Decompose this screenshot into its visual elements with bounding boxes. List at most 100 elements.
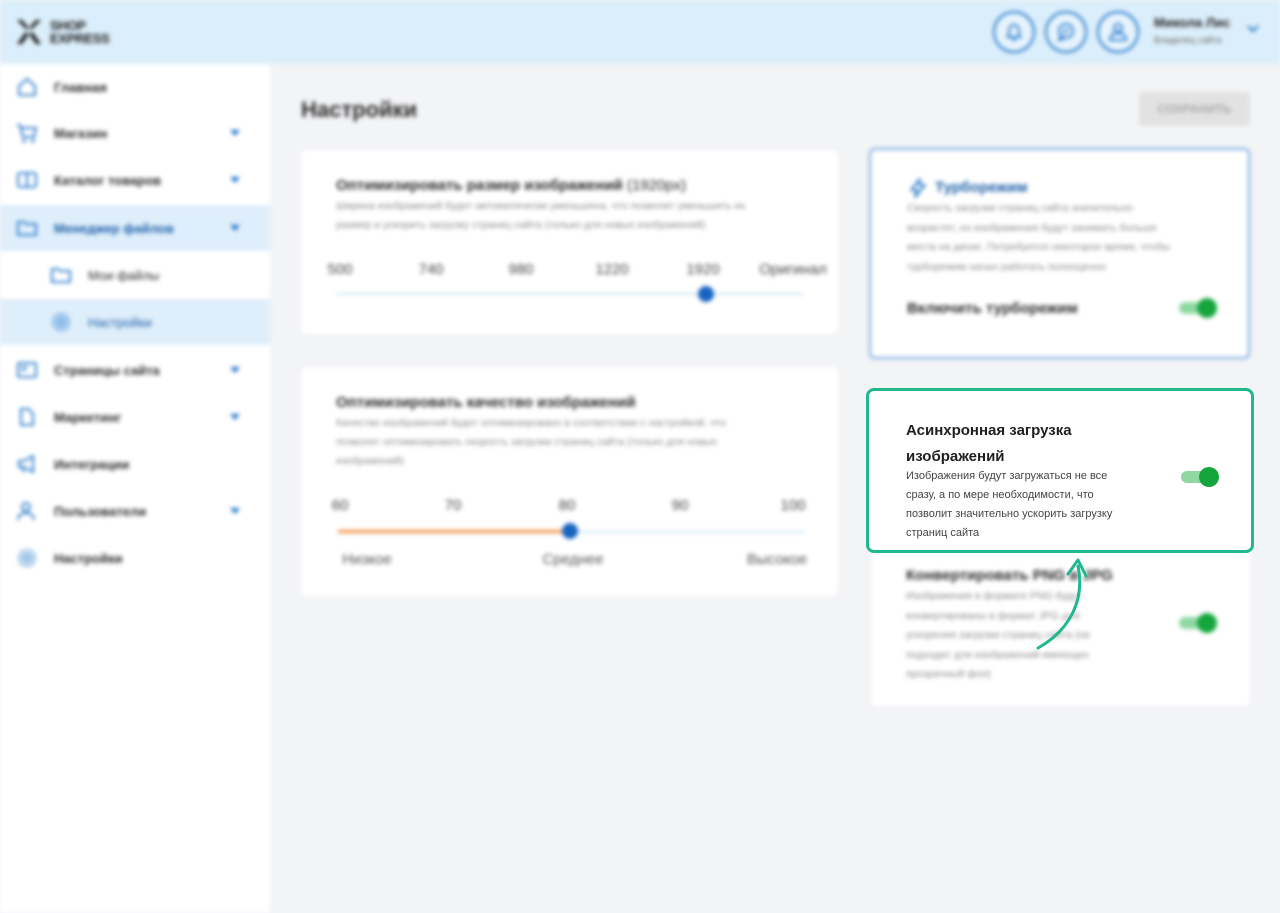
- turbo-desc-line2: возрастет, но изображения будут занимать…: [907, 221, 1157, 234]
- logo-line2: EXPRESS: [50, 31, 110, 46]
- turbo-desc-line4: турборежим начал работать полноценно: [907, 260, 1107, 273]
- page-title: Настройки: [301, 97, 418, 122]
- image-quality-slider-knob[interactable]: [562, 523, 578, 539]
- sidebar-item-label: Маркетинг: [54, 409, 122, 425]
- sidebar-item-home[interactable]: Главная: [0, 64, 270, 110]
- sidebar-item-integrations[interactable]: Интеграции: [0, 441, 270, 487]
- gear-icon: [52, 313, 70, 331]
- users-icon: [17, 502, 35, 521]
- logo-text: SHOP EXPRESS: [50, 19, 110, 46]
- sidebar-item-my-files[interactable]: Мои файлы: [0, 252, 270, 298]
- size-tick[interactable]: 1220: [595, 261, 628, 278]
- sidebar-item-users[interactable]: Пользователи: [0, 488, 270, 534]
- image-size-desc-line2: размер и ускорить загрузку страниц сайта…: [336, 219, 706, 231]
- folder-icon: [51, 268, 71, 283]
- size-tick[interactable]: 1920: [686, 261, 719, 278]
- turbo-desc-line1: Скорость загрузки страниц сайта значител…: [907, 202, 1133, 214]
- image-size-slider-knob[interactable]: [698, 286, 714, 302]
- logo[interactable]: SHOP EXPRESS: [14, 14, 110, 50]
- sidebar-item-label: Пользователи: [54, 503, 147, 519]
- caret-down-icon: [230, 225, 240, 231]
- async-desc-line1: Изображения будут загружаться не все: [906, 470, 1108, 482]
- sidebar-item-file-settings[interactable]: Настройки: [0, 299, 270, 345]
- image-quality-title: Оптимизировать качество изображений: [336, 394, 636, 411]
- sidebar: Главная Магазин Каталог товаров Менеджер…: [0, 64, 270, 913]
- async-desc-line4: страниц сайта: [906, 527, 980, 539]
- top-header: SHOP EXPRESS Микола Лис Владелец сайта: [0, 0, 1280, 64]
- profile-button[interactable]: [1097, 11, 1139, 53]
- sidebar-item-label: Менеджер файлов: [54, 220, 174, 236]
- book-icon: [17, 172, 37, 188]
- turbo-description: Скорость загрузки страниц сайта значител…: [907, 199, 1177, 277]
- size-tick[interactable]: 740: [418, 261, 443, 278]
- image-size-title-text: Оптимизировать размер изображений: [336, 177, 623, 194]
- logo-mark-icon: [17, 20, 41, 44]
- notifications-button[interactable]: [993, 11, 1035, 53]
- quality-tick[interactable]: 70: [445, 497, 462, 514]
- sidebar-item-label: Магазин: [54, 125, 108, 141]
- size-tick[interactable]: 980: [508, 261, 533, 278]
- user-role: Владелец сайта: [1154, 35, 1222, 45]
- sidebar-item-file-manager[interactable]: Менеджер файлов: [0, 205, 270, 251]
- turbo-toggle-label: Включить турборежим: [907, 300, 1078, 317]
- save-button[interactable]: СОХРАНИТЬ: [1139, 92, 1250, 126]
- quality-mid-label: Среднее: [542, 551, 604, 568]
- caret-down-icon: [230, 130, 240, 136]
- image-quality-desc-line2: позволит оптимизировать скорость загрузк…: [336, 436, 717, 448]
- image-size-slider-track[interactable]: [336, 293, 804, 295]
- caret-down-icon: [230, 367, 240, 373]
- image-quality-description: Качество изображений будет оптимизирован…: [336, 414, 806, 471]
- cart-icon: [17, 124, 38, 143]
- folder-icon: [17, 221, 37, 236]
- caret-down-icon: [230, 177, 240, 183]
- sidebar-item-catalog[interactable]: Каталог товаров: [0, 157, 270, 203]
- png-convert-toggle[interactable]: [1179, 613, 1217, 633]
- sidebar-item-label: Каталог товаров: [54, 172, 162, 188]
- png-desc-line5: прозрачный фон): [906, 668, 991, 680]
- sidebar-item-label: Страницы сайта: [54, 362, 160, 378]
- async-title-line2: изображений: [906, 448, 1005, 465]
- image-size-title-suffix: (1920px): [626, 177, 687, 194]
- sidebar-item-label: Настройки: [88, 314, 152, 330]
- image-quality-card: Оптимизировать качество изображений Каче…: [301, 367, 838, 596]
- sidebar-item-marketing[interactable]: Маркетинг: [0, 394, 270, 440]
- async-loading-toggle[interactable]: [1181, 467, 1219, 487]
- image-size-desc-line1: Ширина изображений будет автоматически у…: [336, 200, 746, 212]
- image-size-description: Ширина изображений будет автоматически у…: [336, 197, 806, 235]
- sidebar-item-label: Главная: [54, 79, 107, 95]
- quality-low-label: Низкое: [342, 551, 392, 568]
- sidebar-item-pages[interactable]: Страницы сайта: [0, 347, 270, 393]
- user-name[interactable]: Микола Лис: [1154, 15, 1230, 30]
- messages-button[interactable]: [1045, 11, 1087, 53]
- chevron-down-icon[interactable]: [1246, 24, 1260, 34]
- turbo-toggle[interactable]: [1179, 298, 1217, 318]
- quality-tick[interactable]: 90: [672, 497, 689, 514]
- async-loading-title: Асинхронная загрузка изображений: [906, 418, 1106, 470]
- sidebar-item-shop[interactable]: Магазин: [0, 110, 270, 156]
- turbo-desc-line3: места на диске. Потребуется некоторое вр…: [907, 241, 1170, 253]
- quality-high-label: Высокое: [746, 551, 808, 568]
- sidebar-item-label: Мои файлы: [88, 267, 160, 283]
- size-tick[interactable]: Оригинал: [759, 261, 827, 278]
- home-icon: [18, 77, 36, 96]
- megaphone-icon: [18, 454, 34, 474]
- image-size-title: Оптимизировать размер изображений (1920p…: [336, 177, 686, 194]
- size-tick[interactable]: 500: [327, 261, 352, 278]
- async-desc-line2: сразу, а по мере необходимости, что: [906, 489, 1094, 501]
- pointer-arrow-icon: [1036, 558, 1088, 650]
- tag-icon: [20, 408, 34, 426]
- user-icon: [1109, 23, 1127, 41]
- bell-icon: [1005, 24, 1023, 41]
- turbo-title: Турборежим: [935, 179, 1028, 196]
- async-desc-line3: позволит значительно ускорить загрузку: [906, 508, 1113, 520]
- sidebar-item-label: Настройки: [54, 550, 123, 566]
- turbo-card: Турборежим Скорость загрузки страниц сай…: [869, 148, 1250, 359]
- caret-down-icon: [230, 508, 240, 514]
- sidebar-item-settings[interactable]: Настройки: [0, 535, 270, 581]
- quality-tick[interactable]: 100: [780, 497, 805, 514]
- quality-tick[interactable]: 80: [559, 497, 576, 514]
- async-loading-card: Асинхронная загрузка изображений Изображ…: [866, 388, 1254, 553]
- quality-tick[interactable]: 60: [332, 497, 349, 514]
- sidebar-item-label: Интеграции: [54, 456, 130, 472]
- png-convert-description: Изображения в формате PNG будут конверти…: [906, 587, 1146, 685]
